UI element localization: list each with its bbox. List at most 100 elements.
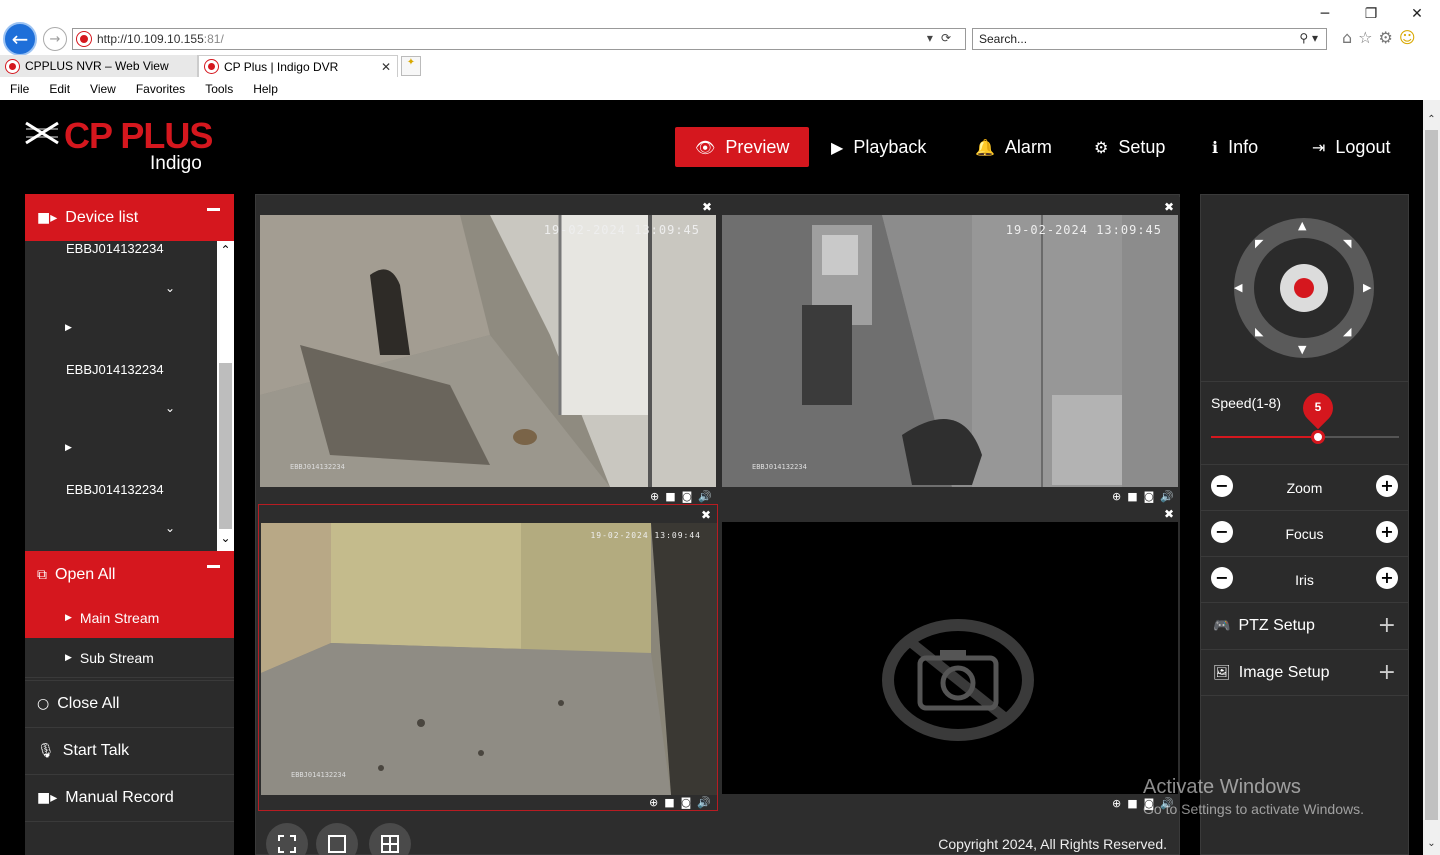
page-scroll-thumb[interactable] bbox=[1425, 130, 1438, 820]
back-arrow-icon[interactable]: ← bbox=[3, 22, 37, 56]
menu-file[interactable]: File bbox=[0, 80, 39, 99]
video-cell-3[interactable]: ✖ 19-02-2024 13:09:44 EBBJ014132234 ⊕ ■ … bbox=[258, 504, 718, 811]
camera-feed-2[interactable]: 19-02-2024 13:09:45 EBBJ014132234 bbox=[722, 215, 1178, 487]
close-all-button[interactable]: ○ Close All bbox=[25, 680, 234, 727]
smiley-icon[interactable]: ☺ bbox=[1399, 28, 1416, 47]
pan-up-icon[interactable]: ▲ bbox=[1298, 219, 1306, 232]
nav-logout[interactable]: ⇥ Logout bbox=[1312, 127, 1390, 167]
nav-playback[interactable]: ▶ Playback bbox=[831, 127, 926, 167]
record-video-icon[interactable]: ■ bbox=[1127, 797, 1137, 810]
nav-alarm[interactable]: 🔔 Alarm bbox=[975, 127, 1052, 167]
scroll-thumb[interactable] bbox=[219, 363, 232, 529]
snapshot-camera-icon[interactable]: ◙ bbox=[681, 796, 692, 809]
search-icon[interactable]: ⚲ ▾ bbox=[1299, 31, 1318, 45]
caret-right-icon[interactable]: ▶ bbox=[65, 443, 72, 453]
menu-tools[interactable]: Tools bbox=[195, 80, 243, 99]
expand-plus-icon[interactable]: + bbox=[1378, 660, 1396, 685]
camera-feed-4[interactable] bbox=[722, 522, 1178, 794]
pan-up-right-icon[interactable]: ◥ bbox=[1343, 237, 1351, 250]
manual-record-button[interactable]: ■▸ Manual Record bbox=[25, 774, 234, 821]
scroll-down-icon[interactable]: ⌄ bbox=[217, 531, 234, 549]
pan-down-left-icon[interactable]: ◣ bbox=[1255, 325, 1263, 338]
page-scroll-down-icon[interactable]: ⌄ bbox=[1423, 838, 1440, 849]
menu-help[interactable]: Help bbox=[243, 80, 288, 99]
zoom-in-icon[interactable]: ⊕ bbox=[1112, 490, 1121, 503]
audio-icon[interactable]: 🔊 bbox=[1160, 490, 1174, 503]
speed-slider-knob[interactable] bbox=[1311, 430, 1326, 444]
record-video-icon[interactable]: ■ bbox=[664, 796, 674, 809]
video-cell-1[interactable]: ✖ 19-02-2024 13:09:45 EBBJ014132234 ⊕ ■ … bbox=[258, 197, 718, 504]
tab-indigo-dvr[interactable]: CP Plus | Indigo DVR ✕ bbox=[198, 55, 398, 77]
minimize-icon[interactable]: ─ bbox=[1302, 2, 1348, 26]
camera-feed-1[interactable]: 19-02-2024 13:09:45 EBBJ014132234 bbox=[260, 215, 716, 487]
tab-cpplus-nvr[interactable]: CPPLUS NVR – Web View bbox=[0, 55, 198, 77]
start-talk-button[interactable]: 🎙 Start Talk bbox=[25, 727, 234, 774]
iris-plus-icon[interactable]: + bbox=[1376, 567, 1398, 589]
pan-down-icon[interactable]: ▼ bbox=[1298, 343, 1306, 356]
nav-info[interactable]: ℹ Info bbox=[1212, 127, 1258, 167]
zoom-in-icon[interactable]: ⊕ bbox=[649, 796, 658, 809]
ptz-setup-section[interactable]: 🎮 PTZ Setup + bbox=[1201, 602, 1408, 649]
menu-view[interactable]: View bbox=[80, 80, 126, 99]
chevron-down-icon[interactable]: ⌄ bbox=[165, 401, 175, 415]
video-cell-2[interactable]: ✖ 19-02-2024 13:09:45 EBBJ014132234 ⊕ ■ … bbox=[720, 197, 1180, 504]
page-scroll-up-icon[interactable]: ⌃ bbox=[1423, 114, 1440, 125]
expand-plus-icon[interactable]: + bbox=[1378, 613, 1396, 638]
pan-up-left-icon[interactable]: ◤ bbox=[1255, 237, 1263, 250]
single-view-button[interactable] bbox=[316, 823, 358, 855]
close-icon[interactable]: ✖ bbox=[701, 508, 711, 522]
fullscreen-button[interactable] bbox=[266, 823, 308, 855]
zoom-in-button-icon[interactable]: + bbox=[1376, 475, 1398, 497]
tab-close-icon[interactable]: ✕ bbox=[381, 60, 391, 74]
device-list-header[interactable]: ■▸ Device list bbox=[25, 194, 234, 241]
audio-icon[interactable]: 🔊 bbox=[698, 490, 712, 503]
snapshot-camera-icon[interactable]: ◙ bbox=[1144, 490, 1155, 503]
forward-arrow-icon[interactable]: → bbox=[43, 27, 67, 51]
sub-stream-item[interactable]: ▶ Sub Stream bbox=[25, 638, 234, 678]
pan-down-right-icon[interactable]: ◢ bbox=[1343, 325, 1351, 338]
device-item[interactable]: EBBJ014132234 bbox=[66, 362, 164, 377]
scroll-up-icon[interactable]: ⌃ bbox=[217, 243, 234, 261]
image-setup-section[interactable]: 🖼 Image Setup + bbox=[1201, 649, 1408, 696]
chevron-down-icon[interactable]: ⌄ bbox=[165, 521, 175, 535]
settings-gear-icon[interactable]: ⚙ bbox=[1379, 28, 1393, 47]
address-bar[interactable]: http://10.109.10.155:81/ ▾⟳ bbox=[72, 28, 966, 50]
page-scrollbar[interactable]: ⌃ ⌄ bbox=[1423, 100, 1440, 855]
favorites-star-icon[interactable]: ☆ bbox=[1358, 28, 1372, 47]
refresh-icon[interactable]: ▾⟳ bbox=[927, 31, 959, 45]
search-input[interactable]: Search... ⚲ ▾ bbox=[972, 28, 1327, 50]
speed-slider[interactable] bbox=[1211, 430, 1399, 444]
caret-right-icon[interactable]: ▶ bbox=[65, 323, 72, 333]
menu-edit[interactable]: Edit bbox=[39, 80, 80, 99]
record-video-icon[interactable]: ■ bbox=[1127, 490, 1137, 503]
pan-right-icon[interactable]: ▶ bbox=[1363, 281, 1371, 294]
nav-preview[interactable]: 👁 Preview bbox=[675, 127, 810, 167]
audio-icon[interactable]: 🔊 bbox=[697, 796, 711, 809]
pan-left-icon[interactable]: ◀ bbox=[1234, 281, 1242, 294]
chevron-down-icon[interactable]: ⌄ bbox=[165, 281, 175, 295]
collapse-icon[interactable] bbox=[207, 208, 220, 211]
close-icon[interactable]: ✖ bbox=[702, 200, 712, 214]
device-item[interactable]: EBBJ014132234 bbox=[66, 241, 164, 256]
close-icon[interactable]: ✖ bbox=[1164, 507, 1174, 521]
record-video-icon[interactable]: ■ bbox=[665, 490, 675, 503]
quad-view-button[interactable] bbox=[369, 823, 411, 855]
device-list-scrollbar[interactable]: ⌃ ⌄ bbox=[217, 241, 234, 551]
collapse-icon[interactable] bbox=[207, 565, 220, 568]
restore-icon[interactable]: ❐ bbox=[1348, 2, 1394, 26]
home-icon[interactable]: ⌂ bbox=[1342, 28, 1352, 47]
zoom-in-icon[interactable]: ⊕ bbox=[650, 490, 659, 503]
video-cell-4[interactable]: ✖ ⊕ ■ ◙ 🔊 bbox=[720, 504, 1180, 811]
menu-favorites[interactable]: Favorites bbox=[126, 80, 195, 99]
open-all-header[interactable]: ⧉ Open All bbox=[25, 551, 234, 598]
device-item[interactable]: EBBJ014132234 bbox=[66, 482, 164, 497]
ptz-direction-pad[interactable]: ▲ ▼ ◀ ▶ ◤ ◥ ◣ ◢ bbox=[1231, 215, 1377, 361]
focus-plus-icon[interactable]: + bbox=[1376, 521, 1398, 543]
zoom-in-icon[interactable]: ⊕ bbox=[1112, 797, 1121, 810]
snapshot-camera-icon[interactable]: ◙ bbox=[682, 490, 693, 503]
new-tab-icon[interactable]: ✦ bbox=[401, 56, 421, 76]
nav-setup[interactable]: ⚙ Setup bbox=[1094, 127, 1165, 167]
main-stream-item[interactable]: ▶ Main Stream bbox=[25, 598, 234, 638]
close-icon[interactable]: ✖ bbox=[1164, 200, 1174, 214]
camera-feed-3[interactable]: 19-02-2024 13:09:44 EBBJ014132234 bbox=[261, 523, 717, 795]
